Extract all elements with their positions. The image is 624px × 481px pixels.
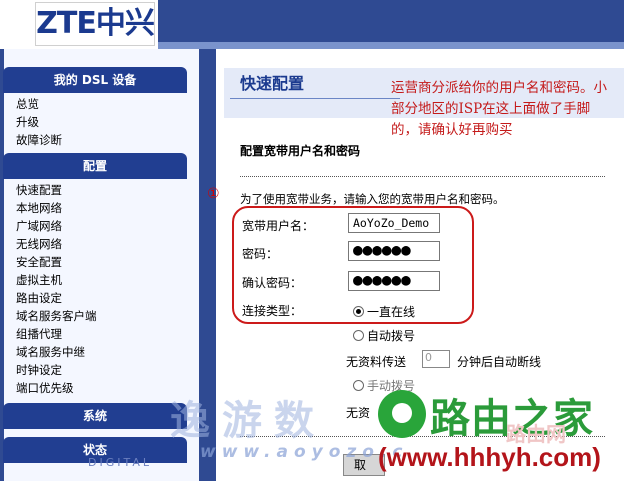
sidebar-watermark: DIGITAL [88,456,153,469]
sidebar-section-my-dsl-device[interactable]: 我的 DSL 设备 [3,67,187,93]
connection-type-label: 连接类型： [242,304,303,318]
annotation-note: 运营商分派给你的用户名和密码。小部分地区的ISP在这上面做了手脚的，请确认好再购… [391,80,607,138]
radio-always-online-label: 一直在线 [367,305,416,319]
sidebar-item-security[interactable]: 安全配置 [16,253,97,271]
title-underline [230,98,400,99]
sidebar-item-lan[interactable]: 本地网络 [16,199,97,217]
section-title: 配置宽带用户名和密码 [240,144,361,158]
header: ZTE中兴 [0,0,624,49]
confirm-password-label: 确认密码： [242,276,303,290]
form-description: 为了使用宽带业务，请输入您的宽带用户名和密码。 [240,192,505,206]
sidebar-list-config: 快速配置 本地网络 广域网络 无线网络 安全配置 虚拟主机 路由设定 域名服务客… [16,181,97,397]
password-field[interactable]: ●●●●●● [348,241,440,261]
sidebar-list-my-dsl-device: 总览 升级 故障诊断 [16,95,62,149]
radio-auto-dial[interactable] [353,330,364,341]
idle-minutes-input[interactable]: 0 [422,350,450,368]
idle-suffix: 分钟后自动断线 [457,355,542,369]
sidebar-item-routing[interactable]: 路由设定 [16,289,97,307]
sidebar-item-diagnostics[interactable]: 故障诊断 [16,131,62,149]
zte-logo: ZTE中兴 [35,2,155,46]
sidebar-section-system[interactable]: 系统 [3,403,187,429]
watermark-cn: 逸游数 [170,398,326,444]
step-marker: ① [207,186,220,202]
sidebar-section-config[interactable]: 配置 [3,153,187,179]
sidebar-item-multicast-proxy[interactable]: 组播代理 [16,325,97,343]
brand-circle-icon [378,390,426,438]
idle-prefix-2: 无资 [346,406,371,420]
header-band [158,0,624,49]
confirm-password-field[interactable]: ●●●●●● [348,271,440,291]
sidebar-item-wan[interactable]: 广域网络 [16,217,97,235]
sidebar-item-quick-config[interactable]: 快速配置 [16,181,97,199]
sidebar-item-wireless[interactable]: 无线网络 [16,235,97,253]
sidebar-item-overview[interactable]: 总览 [16,95,62,113]
sidebar-item-clock[interactable]: 时钟设定 [16,361,97,379]
sidebar-item-port-priority[interactable]: 端口优先级 [16,379,97,397]
sidebar-item-dns-relay[interactable]: 域名服务中继 [16,343,97,361]
dotted-divider-top [240,176,605,177]
sidebar-item-upgrade[interactable]: 升级 [16,113,62,131]
password-label: 密码： [242,247,279,261]
radio-always-online[interactable] [353,306,364,317]
brand-logo: 路由之家 路由网 (www.hhhyh.com) [378,390,624,481]
page-title: 快速配置 [240,74,305,93]
radio-auto-dial-label: 自动拨号 [367,329,416,343]
brand-url: (www.hhhyh.com) [378,442,601,472]
username-label: 宽带用户名： [242,219,315,233]
radio-manual-dial[interactable] [353,380,364,391]
sidebar-item-virtual-host[interactable]: 虚拟主机 [16,271,97,289]
username-field[interactable]: AoYoZo_Demo [348,213,440,233]
sidebar-item-dns-client[interactable]: 域名服务客户端 [16,307,97,325]
idle-prefix: 无资料传送 [346,355,407,369]
